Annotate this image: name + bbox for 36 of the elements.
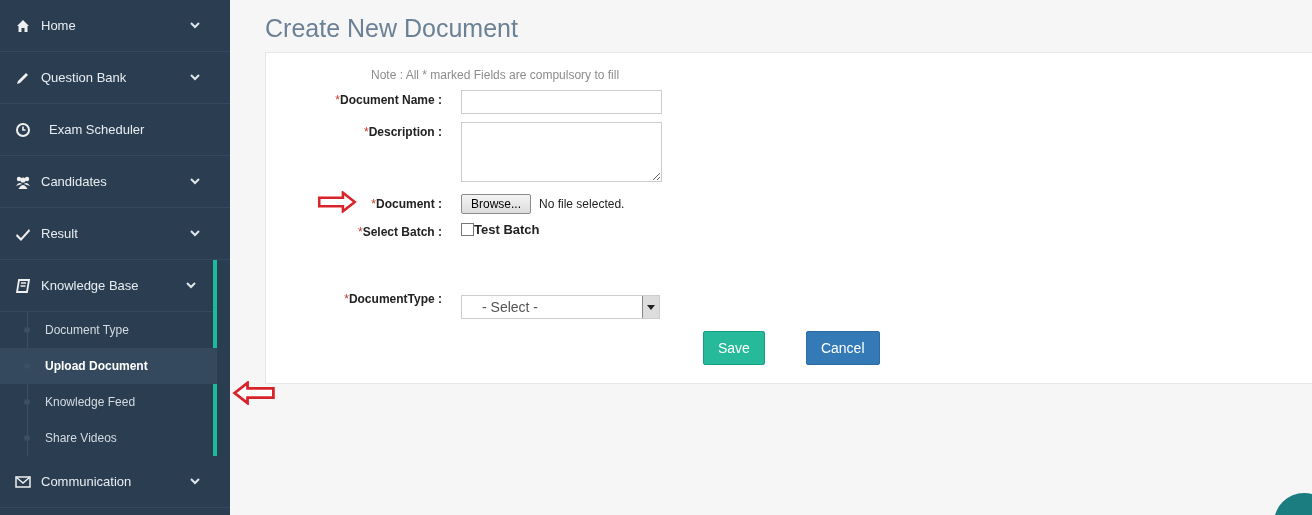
- sidebar-item[interactable]: Result: [0, 208, 230, 260]
- field-label: *Document Name :: [335, 92, 442, 107]
- sidebar-item[interactable]: Knowledge Base: [0, 260, 213, 312]
- dropdown[interactable]: - Select -: [461, 295, 660, 319]
- clock-icon: [14, 121, 32, 138]
- field-label: *DocumentType :: [344, 291, 442, 306]
- submenu-item[interactable]: Share Videos: [0, 420, 213, 456]
- cancel-button[interactable]: Cancel: [805, 331, 880, 365]
- chevron-down-icon: [190, 22, 200, 29]
- sidebar-item[interactable]: Candidates: [0, 156, 230, 208]
- submenu-item[interactable]: Knowledge Feed: [0, 384, 213, 420]
- chevron-down-icon: [190, 230, 200, 237]
- text-field[interactable]: [461, 90, 662, 114]
- submenu-item[interactable]: Document Type: [0, 312, 213, 348]
- sidebar-item[interactable]: Home: [0, 0, 230, 52]
- arrow-icon: [231, 381, 277, 405]
- book-icon: [14, 277, 32, 294]
- caret-icon: [647, 304, 655, 310]
- checkbox[interactable]: [461, 223, 474, 236]
- chevron-down-icon: [190, 178, 200, 185]
- checkbox-label: Test Batch: [474, 222, 540, 237]
- sidebar-item[interactable]: Question Bank: [0, 52, 230, 104]
- field-label: *Description :: [364, 124, 442, 139]
- field-label: *Select Batch :: [357, 224, 442, 239]
- form-note: Note : All * marked Fields are compulsory to fill: [371, 68, 620, 82]
- field-label: *Document :: [371, 194, 442, 211]
- chevron-down-icon: [186, 282, 196, 289]
- page-title: Create New Document: [265, 14, 519, 44]
- chevron-down-icon: [190, 478, 200, 485]
- sidebar-item[interactable]: Exam Scheduler: [0, 104, 230, 156]
- file-status: No file selected.: [539, 197, 625, 211]
- chevron-down-icon: [190, 74, 200, 81]
- envelope-icon: [14, 473, 32, 490]
- sidebar-item[interactable]: Communication: [0, 456, 230, 508]
- submenu-item[interactable]: Upload Document: [0, 348, 217, 384]
- browse-button[interactable]: Browse...: [461, 194, 531, 214]
